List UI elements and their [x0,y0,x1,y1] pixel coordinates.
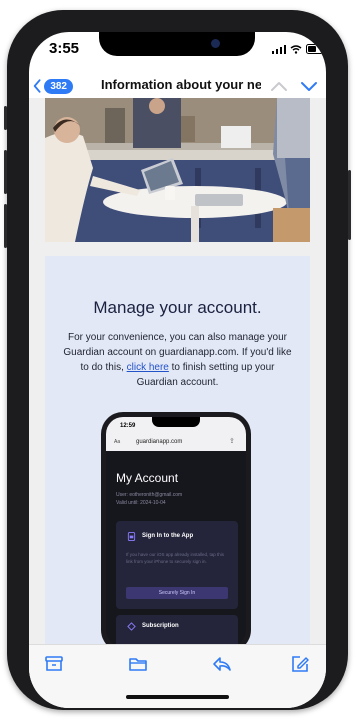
phone-illustration-valid: Valid until: 2024-10-04 [116,500,166,506]
email-body: Manage your account. For your convenienc… [29,98,326,644]
phone-illustration-notch [152,417,200,427]
phone-illustration-heading: My Account [116,471,179,485]
front-camera [211,39,220,48]
sign-in-panel: Sign In to the App If you have our iOS a… [116,521,238,609]
phone-illustration-screen: 12:59 Aa guardianapp.com ⇪ My Account Us… [106,417,246,644]
click-here-link[interactable]: click here [127,362,169,373]
phone-lock-icon [127,532,136,541]
manage-account-card: Manage your account. For your convenienc… [45,256,310,644]
compose-icon[interactable] [289,653,311,675]
home-indicator [126,695,229,699]
power-button [348,170,351,240]
phone-illustration-url: guardianapp.com [136,439,183,445]
chevron-up-icon[interactable] [269,76,289,96]
phone-illustration: 12:59 Aa guardianapp.com ⇪ My Account Us… [101,412,251,644]
share-icon: ⇪ [229,438,235,445]
folder-icon[interactable] [127,653,149,675]
archive-icon[interactable] [43,653,65,675]
reader-icon: Aa [114,439,121,445]
sign-in-panel-title: Sign In to the App [142,533,194,539]
subscription-panel: Subscription [116,615,238,644]
phone-illustration-user: User: eotheronith@gmail.com [116,492,183,498]
unread-count-badge: 382 [44,78,73,94]
signal-icon [272,44,286,54]
phone-screen: 3:55 382 Information about your ne... Ma… [29,32,326,708]
back-button[interactable]: 382 [33,74,73,98]
hero-photo [45,98,310,242]
card-body: For your convenience, you can also manag… [59,330,296,390]
subscription-panel-title: Subscription [142,623,179,629]
subscription-icon [127,622,136,631]
status-icons [272,44,326,54]
message-subject: Information about your ne... [101,77,261,92]
reply-icon[interactable] [211,653,233,675]
chevron-down-icon[interactable] [299,76,319,96]
notch [99,32,255,56]
phone-illustration-account-info: User: eotheronith@gmail.com Valid until:… [116,491,182,507]
volume-up-button [4,150,7,194]
status-time: 3:55 [49,40,80,57]
chevron-left-icon [33,79,41,93]
card-title: Manage your account. [93,298,262,317]
securely-sign-in-button: Securely Sign In [126,587,228,599]
wifi-icon [290,44,302,54]
sign-in-panel-text: If you have our iOS app already installe… [126,552,225,564]
mail-toolbar [29,644,326,708]
volume-down-button [4,204,7,248]
battery-icon [306,44,325,54]
silent-switch [4,106,7,130]
phone-illustration-browser-bar: 12:59 Aa guardianapp.com ⇪ [106,417,246,451]
phone-illustration-time: 12:59 [120,423,136,429]
